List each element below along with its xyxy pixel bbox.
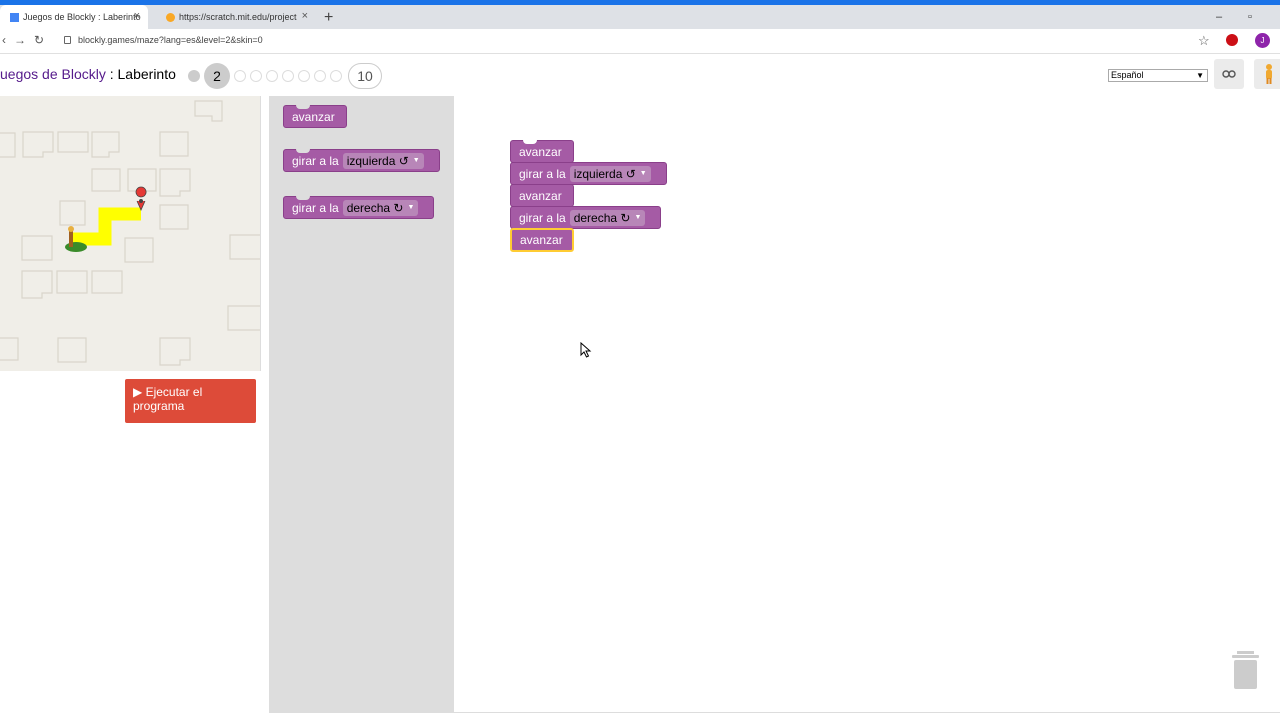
maximize-button[interactable]: ▫: [1248, 11, 1252, 23]
pegman-shadow: [65, 242, 87, 252]
back-icon[interactable]: ‹: [2, 33, 6, 47]
tab-blockly[interactable]: Juegos de Blockly : Laberinto ×: [0, 5, 148, 29]
maze-svg: [0, 100, 260, 366]
tab-bar: Juegos de Blockly : Laberinto × https://…: [0, 5, 1280, 29]
game-name: Laberinto: [117, 66, 176, 82]
block-label: avanzar: [519, 144, 562, 159]
level-dot[interactable]: [282, 70, 294, 82]
bookmark-star-icon[interactable]: ☆: [1198, 33, 1210, 49]
page-header: uegos de Blockly : Laberinto 2 10 Españo…: [0, 56, 1280, 96]
maze-display: [0, 96, 261, 371]
block-toolbox: avanzar girar a la izquierda ↺ ▼ girar a …: [269, 96, 454, 712]
workspace-block-move[interactable]: avanzar: [510, 184, 574, 207]
profile-avatar[interactable]: J: [1255, 33, 1270, 48]
link-button[interactable]: [1214, 59, 1244, 89]
language-value: Español: [1111, 70, 1144, 80]
language-select[interactable]: Español ▼: [1108, 69, 1208, 82]
level-selector: 2 10: [186, 63, 384, 89]
block-label: avanzar: [292, 109, 335, 124]
level-dot[interactable]: [314, 70, 326, 82]
level-dot[interactable]: [234, 70, 246, 82]
tab-scratch[interactable]: https://scratch.mit.edu/projects/... ×: [156, 5, 316, 29]
blockly-workspace[interactable]: avanzar girar a la izquierda ↺ ▼ avanzar …: [454, 96, 1280, 712]
workspace-block-move-selected[interactable]: avanzar: [510, 228, 574, 252]
level-last[interactable]: 10: [348, 63, 382, 89]
tab-close-icon[interactable]: ×: [134, 10, 140, 22]
minimize-button[interactable]: –: [1216, 11, 1222, 23]
toolbox-block-turn-left[interactable]: girar a la izquierda ↺ ▼: [283, 149, 440, 172]
toolbox-block-turn-right[interactable]: girar a la derecha ↻ ▼: [283, 196, 434, 219]
maze-path: [72, 207, 141, 246]
level-dot[interactable]: [330, 70, 342, 82]
link-icon: [1222, 70, 1236, 78]
direction-dropdown[interactable]: izquierda ↺ ▼: [342, 152, 424, 169]
tab-close-icon[interactable]: ×: [302, 10, 308, 22]
url-field[interactable]: blockly.games/maze?lang=es&level=2&skin=…: [78, 35, 263, 45]
toolbox-block-move[interactable]: avanzar: [283, 105, 347, 128]
workspace-block-turn-right[interactable]: girar a la derecha ↻ ▼: [510, 206, 661, 229]
block-label: girar a la: [292, 153, 339, 168]
reload-icon[interactable]: ↻: [34, 33, 44, 47]
blockly-favicon-icon: [10, 12, 19, 22]
mouse-cursor-icon: [580, 342, 592, 358]
pegman-icon: [1266, 64, 1272, 84]
play-icon: ▶: [133, 385, 146, 399]
level-current[interactable]: 2: [204, 63, 230, 89]
block-label: avanzar: [520, 233, 563, 247]
level-dot[interactable]: [266, 70, 278, 82]
block-label: avanzar: [519, 188, 562, 203]
run-program-button[interactable]: ▶ Ejecutar el programa: [125, 379, 256, 423]
level-1-dot[interactable]: [188, 70, 200, 82]
forward-icon[interactable]: →: [14, 33, 26, 47]
title-separator: :: [105, 66, 118, 82]
direction-dropdown[interactable]: izquierda ↺ ▼: [569, 165, 651, 182]
scratch-favicon-icon: [166, 12, 175, 22]
address-bar: ‹ → ↻ blockly.games/maze?lang=es&level=2…: [0, 29, 1280, 54]
pegman-button[interactable]: [1254, 59, 1280, 89]
level-dot[interactable]: [298, 70, 310, 82]
block-label: girar a la: [519, 210, 566, 225]
dropdown-arrow-icon: ▼: [1196, 71, 1204, 80]
tab-title: Juegos de Blockly : Laberinto: [23, 12, 141, 22]
new-tab-button[interactable]: +: [324, 9, 333, 27]
extension-icon[interactable]: [1226, 34, 1238, 46]
direction-dropdown[interactable]: derecha ↻ ▼: [569, 209, 646, 226]
level-dot[interactable]: [250, 70, 262, 82]
home-link[interactable]: uegos de Blockly: [0, 66, 106, 82]
workspace-block-turn-left[interactable]: girar a la izquierda ↺ ▼: [510, 162, 667, 185]
block-label: girar a la: [292, 200, 339, 215]
page-title: uegos de Blockly : Laberinto: [0, 66, 176, 82]
goal-marker-icon: [135, 186, 147, 211]
lock-icon[interactable]: [64, 36, 71, 44]
direction-dropdown[interactable]: derecha ↻ ▼: [342, 199, 419, 216]
tab-title: https://scratch.mit.edu/projects/...: [179, 12, 297, 22]
block-label: girar a la: [519, 166, 566, 181]
workspace-block-move[interactable]: avanzar: [510, 140, 574, 163]
trash-icon[interactable]: [1232, 651, 1259, 689]
workspace-bottom-border: [269, 712, 1280, 713]
